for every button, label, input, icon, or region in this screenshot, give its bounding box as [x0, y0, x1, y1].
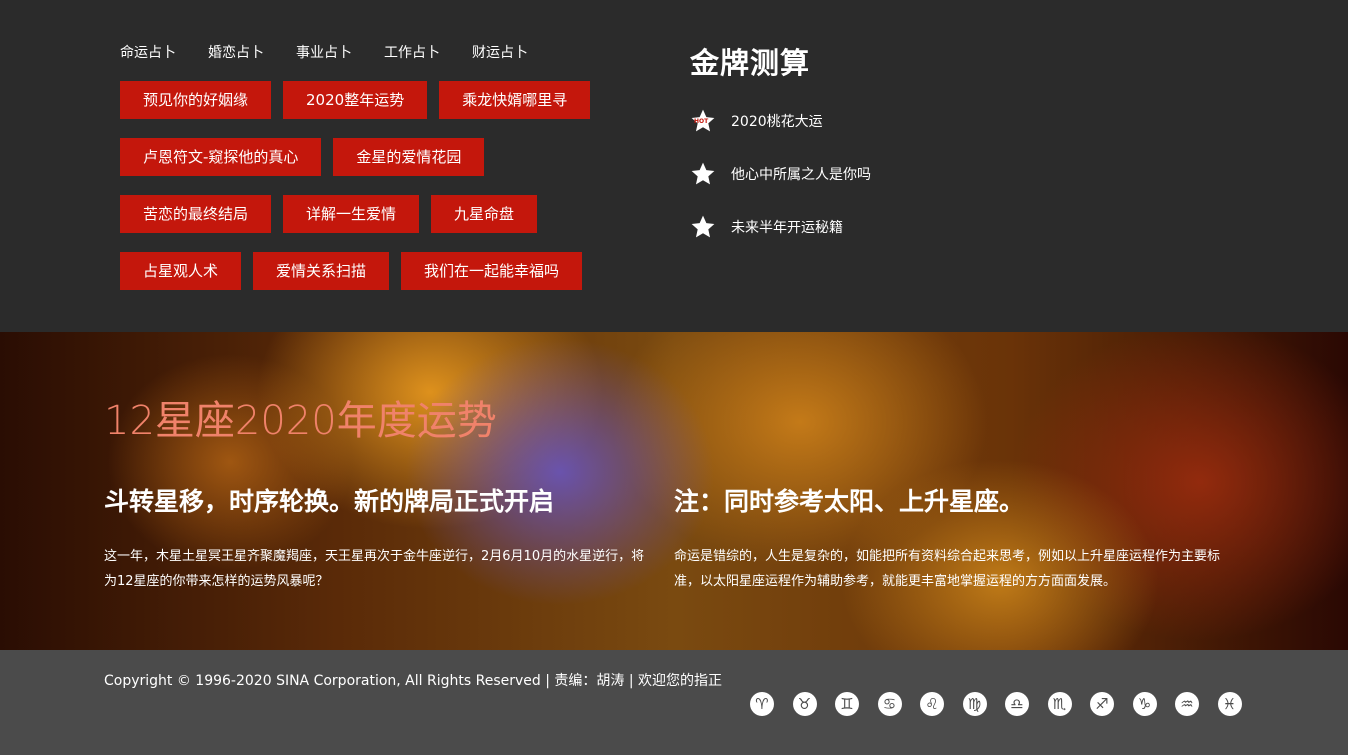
banner-right-column: 注：同时参考太阳、上升星座。 命运是错综的，人生是复杂的，如能把所有资料综合起来…: [674, 482, 1244, 594]
gold-item[interactable]: 他心中所属之人是你吗: [690, 159, 1090, 189]
horoscope-banner: 12星座2020年度运势 斗转星移，时序轮换。新的牌局正式开启 这一年，木星土星…: [0, 332, 1348, 650]
nav-item-wealth[interactable]: 财运占卜: [472, 42, 528, 62]
banner-title: 12星座2020年度运势: [104, 398, 497, 444]
footer: Copyright © 1996-2020 SINA Corporation, …: [0, 650, 1348, 755]
taurus-icon[interactable]: ♉: [792, 692, 817, 716]
sagittarius-icon[interactable]: ♐: [1090, 692, 1114, 716]
nav-item-marriage[interactable]: 婚恋占卜: [208, 42, 264, 62]
nav-item-career[interactable]: 事业占卜: [296, 42, 352, 62]
tag-button[interactable]: 九星命盘: [431, 195, 538, 233]
aquarius-icon[interactable]: ♒: [1175, 692, 1199, 716]
banner-left-column: 斗转星移，时序轮换。新的牌局正式开启 这一年，木星土星冥王星齐聚魔羯座，天王星再…: [104, 482, 649, 594]
gold-item[interactable]: HOT 2020桃花大运: [690, 106, 1090, 136]
banner-right-heading: 注：同时参考太阳、上升星座。: [674, 487, 1025, 516]
cancer-icon[interactable]: ♋: [877, 692, 902, 716]
tag-button[interactable]: 苦恋的最终结局: [120, 195, 272, 233]
gold-item[interactable]: 未来半年开运秘籍: [690, 212, 1090, 242]
tag-button[interactable]: 卢恩符文-窥探他的真心: [120, 138, 322, 176]
top-section: 命运占卜 婚恋占卜 事业占卜 工作占卜 财运占卜 预见你的好姻缘 2020整年运…: [0, 0, 1348, 332]
divination-nav: 命运占卜 婚恋占卜 事业占卜 工作占卜 财运占卜: [120, 42, 560, 62]
tag-button[interactable]: 金星的爱情花园: [333, 138, 485, 176]
tag-button[interactable]: 2020整年运势: [283, 81, 428, 119]
gold-item-label: 他心中所属之人是你吗: [731, 167, 871, 183]
tag-row: 苦恋的最终结局 详解一生爱情 九星命盘: [120, 195, 640, 233]
virgo-icon[interactable]: ♍: [962, 692, 987, 716]
banner-left-text: 这一年，木星土星冥王星齐聚魔羯座，天王星再次于金牛座逆行，2月6月10月的水星逆…: [104, 549, 645, 589]
aries-icon[interactable]: ♈: [750, 692, 774, 716]
hot-badge: HOT: [694, 118, 709, 125]
gold-item-label: 未来半年开运秘籍: [731, 220, 843, 236]
libra-icon[interactable]: ♎: [1005, 692, 1029, 716]
copyright-text: Copyright © 1996-2020 SINA Corporation, …: [104, 673, 722, 689]
pisces-icon[interactable]: ♓: [1217, 692, 1242, 716]
zodiac-icon-row: ♈ ♉ ♊ ♋ ♌ ♍ ♎ ♏ ♐ ♑ ♒ ♓: [750, 692, 1260, 716]
tag-button[interactable]: 我们在一起能幸福吗: [401, 252, 583, 290]
gemini-icon[interactable]: ♊: [835, 692, 859, 716]
tag-button[interactable]: 预见你的好姻缘: [120, 81, 272, 119]
leo-icon[interactable]: ♌: [920, 692, 944, 716]
gold-item-label: 2020桃花大运: [731, 114, 823, 130]
capricorn-icon[interactable]: ♑: [1132, 692, 1157, 716]
star-icon: [690, 214, 716, 240]
gold-reading-title: 金牌测算: [690, 46, 811, 80]
tag-button-grid: 预见你的好姻缘 2020整年运势 乘龙快婿哪里寻 卢恩符文-窥探他的真心 金星的…: [120, 81, 640, 309]
banner-left-heading: 斗转星移，时序轮换。新的牌局正式开启: [104, 487, 555, 516]
nav-item-fortune[interactable]: 命运占卜: [120, 42, 176, 62]
hot-star-icon: HOT: [690, 108, 716, 134]
banner-right-text: 命运是错综的，人生是复杂的，如能把所有资料综合起来思考，例如以上升星座运程作为主…: [674, 549, 1221, 589]
tag-row: 占星观人术 爱情关系扫描 我们在一起能幸福吗: [120, 252, 640, 290]
scorpio-icon[interactable]: ♏: [1047, 692, 1072, 716]
tag-button[interactable]: 详解一生爱情: [283, 195, 420, 233]
star-icon: [690, 161, 716, 187]
tag-button[interactable]: 乘龙快婿哪里寻: [439, 81, 591, 119]
gold-reading-panel: 金牌测算 HOT 2020桃花大运 他心中所属之人是你吗 未来半年开运秘籍: [690, 40, 1090, 265]
tag-row: 卢恩符文-窥探他的真心 金星的爱情花园: [120, 138, 640, 176]
tag-button[interactable]: 爱情关系扫描: [253, 252, 390, 290]
nav-item-work[interactable]: 工作占卜: [384, 42, 440, 62]
tag-row: 预见你的好姻缘 2020整年运势 乘龙快婿哪里寻: [120, 81, 640, 119]
tag-button[interactable]: 占星观人术: [120, 252, 242, 290]
